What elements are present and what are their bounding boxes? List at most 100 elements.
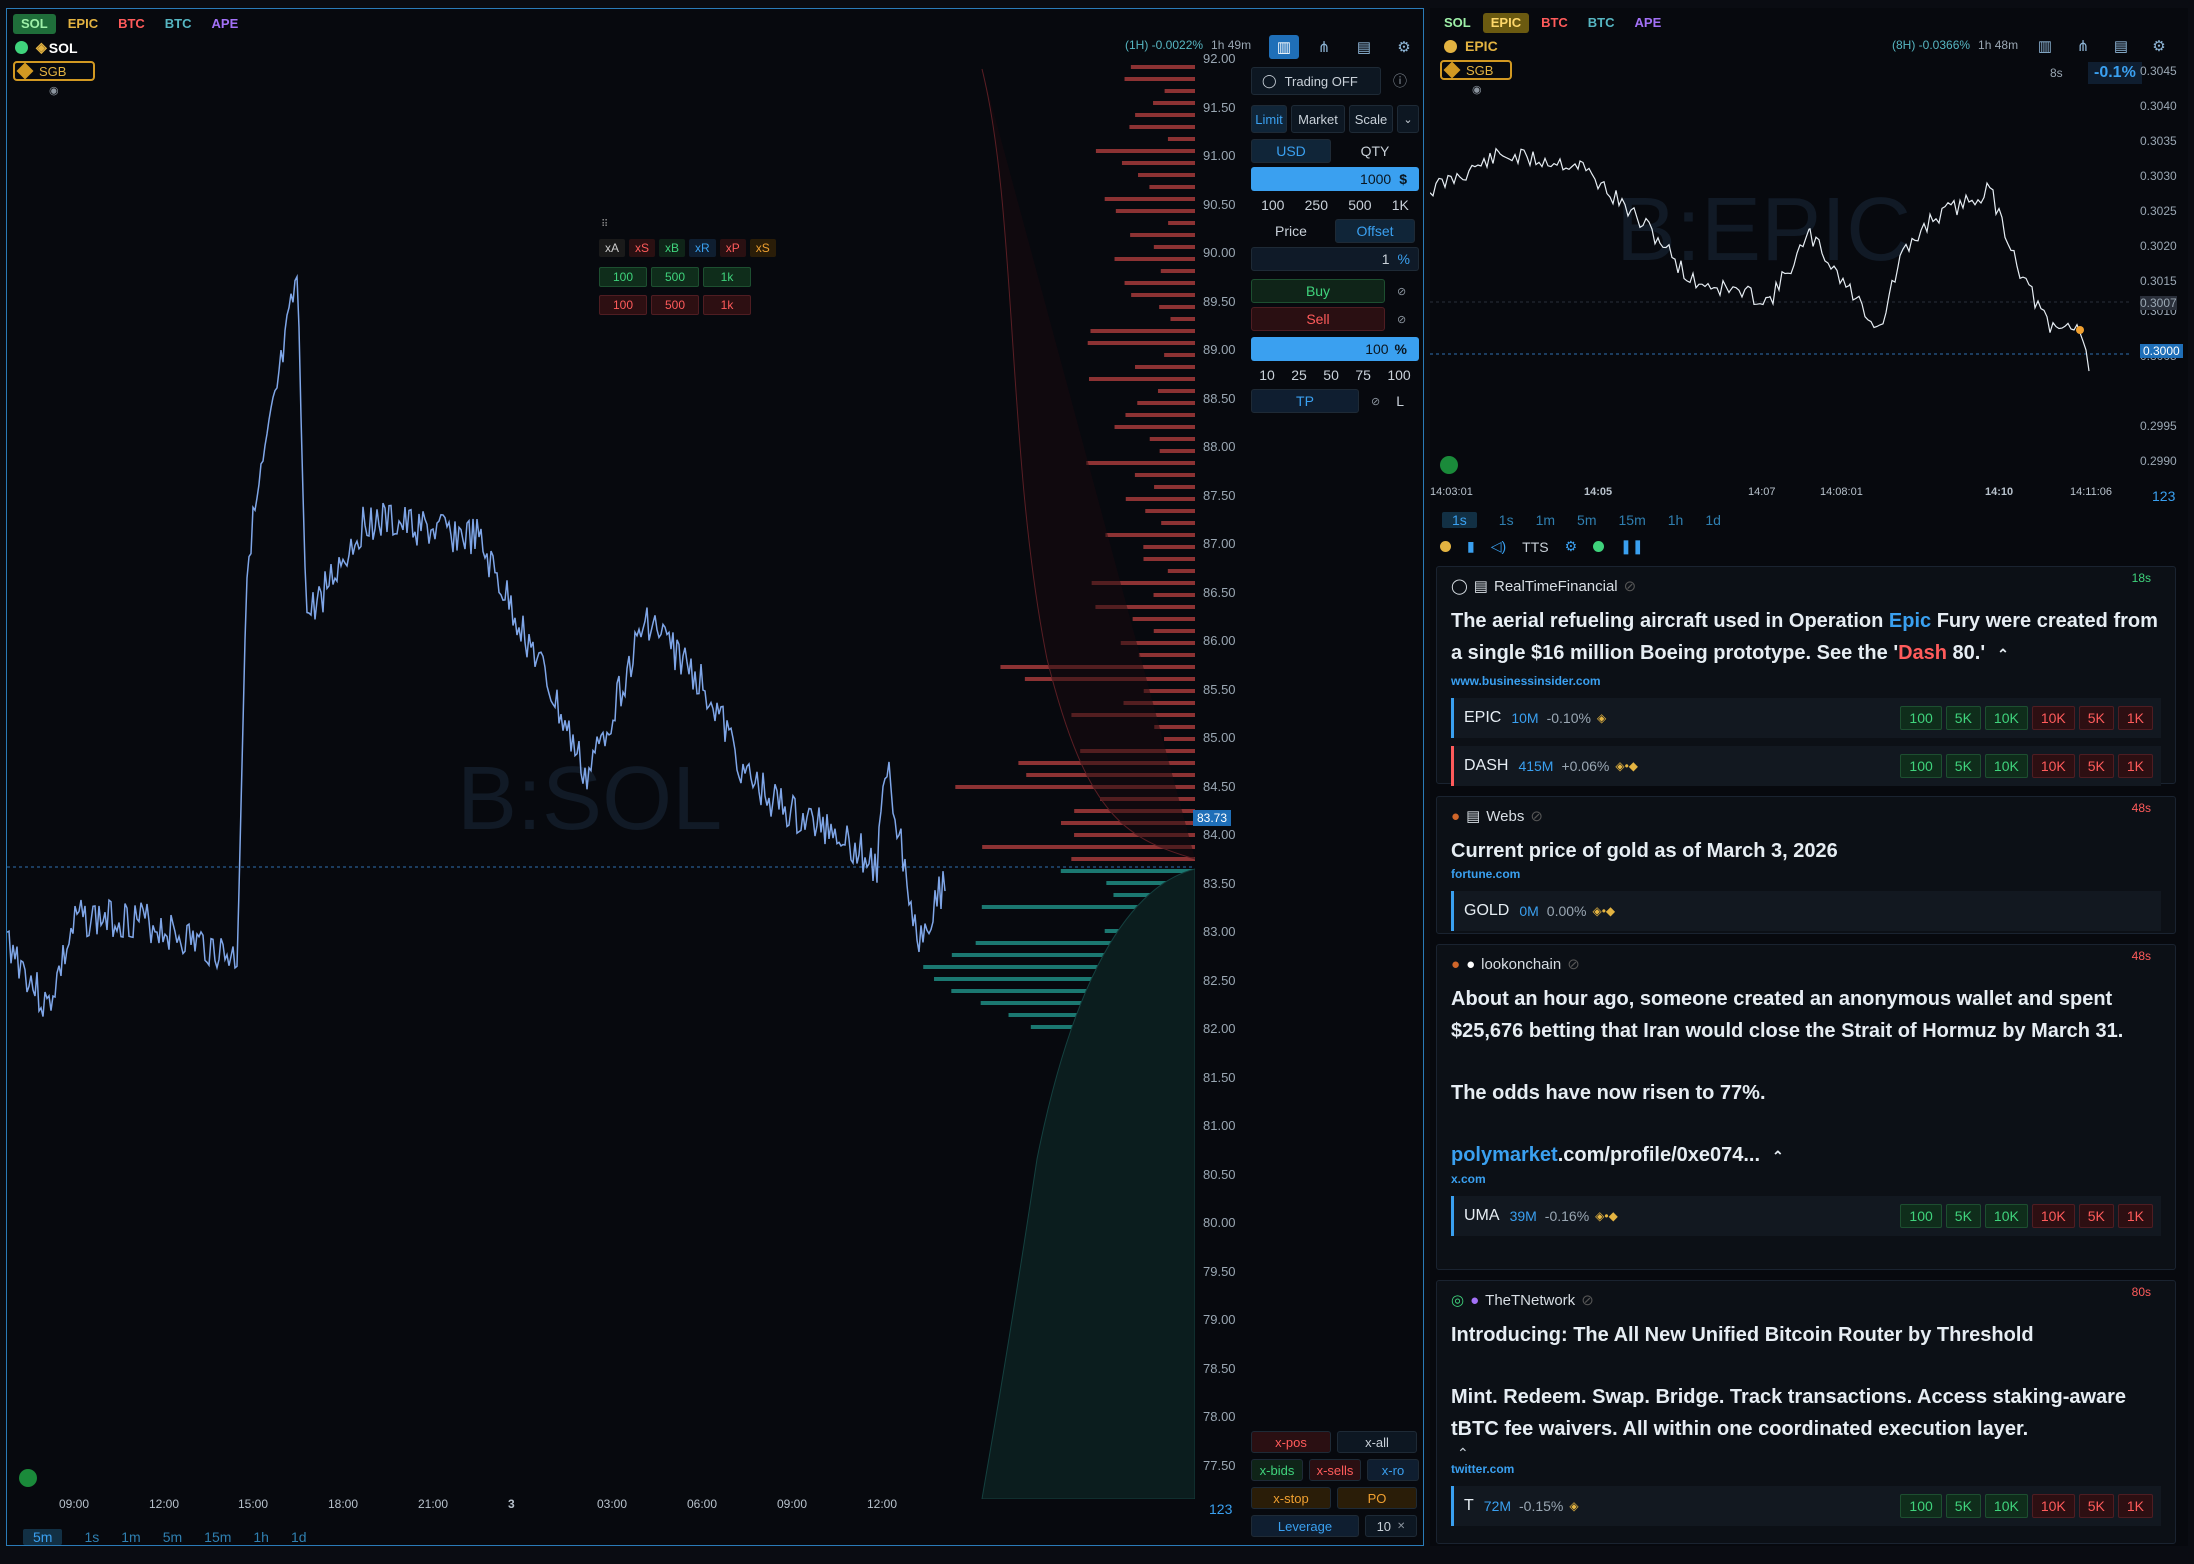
qbuy-5k[interactable]: 5K	[1945, 754, 1981, 778]
pct-50[interactable]: 50	[1323, 367, 1339, 383]
tab-epic[interactable]: EPIC	[60, 14, 106, 34]
x-sells-button[interactable]: x-sells	[1309, 1459, 1361, 1481]
rtf-1s[interactable]: 1s	[1499, 512, 1514, 528]
status-dot-icon[interactable]	[1440, 541, 1451, 552]
ticker-symbol[interactable]: T	[1464, 1497, 1474, 1515]
ticker-symbol[interactable]: DASH	[1464, 757, 1508, 775]
x-all-button[interactable]: x-all	[1337, 1431, 1417, 1453]
qsell-10k[interactable]: 10K	[2031, 1494, 2075, 1518]
news-link[interactable]: fortune.com	[1437, 867, 2175, 885]
news-highlight[interactable]: polymarket	[1451, 1144, 1558, 1166]
qbuy-100[interactable]: 100	[1900, 706, 1942, 730]
pause-icon[interactable]: ❚❚	[1620, 538, 1643, 555]
tab-sol[interactable]: SOL	[13, 14, 56, 34]
qsell-10k[interactable]: 10K	[2031, 1204, 2075, 1228]
recycle-icon[interactable]	[19, 1469, 37, 1487]
recycle-icon[interactable]	[1440, 456, 1458, 474]
tf-1h[interactable]: 1h	[253, 1529, 269, 1545]
qbuy-10k[interactable]: 10K	[1984, 1204, 2028, 1228]
qbuy-5k[interactable]: 5K	[1945, 1204, 1981, 1228]
share-icon[interactable]: ⋔	[1309, 35, 1339, 59]
chevron-up-icon[interactable]: ⌃	[1437, 1445, 2175, 1462]
qsell-5k[interactable]: 5K	[2078, 706, 2114, 730]
mini-xs[interactable]: xS	[629, 239, 656, 257]
rtab-epic[interactable]: EPIC	[1482, 13, 1530, 33]
leverage-button[interactable]: Leverage	[1251, 1515, 1359, 1537]
tf-5m-active[interactable]: 5m	[23, 1529, 63, 1545]
eye-off-icon-3[interactable]: ⊘	[1371, 395, 1380, 408]
qsell-10k[interactable]: 10K	[2031, 754, 2075, 778]
tf-15m[interactable]: 15m	[204, 1529, 231, 1545]
unit-usd[interactable]: USD	[1251, 139, 1331, 163]
tf-5m[interactable]: 5m	[163, 1529, 182, 1545]
qsell-5k[interactable]: 5K	[2078, 754, 2114, 778]
l-toggle[interactable]: L	[1396, 393, 1404, 409]
rtab-btc[interactable]: BTC	[1533, 13, 1576, 33]
qsell-5k[interactable]: 5K	[2078, 1494, 2114, 1518]
epic-price-chart[interactable]: B:EPIC	[1430, 60, 2130, 480]
amount-input[interactable]: 1000 $	[1251, 167, 1419, 191]
mini-xp[interactable]: xP	[719, 239, 746, 257]
qbuy-10k[interactable]: 10K	[1984, 706, 2028, 730]
trash-icon[interactable]: ▮	[1467, 538, 1475, 555]
qbuy-100[interactable]: 100	[1900, 1494, 1942, 1518]
preset-1k[interactable]: 1K	[1392, 197, 1409, 213]
qsell-1k[interactable]: 1K	[2117, 1494, 2153, 1518]
news-card[interactable]: 48s ● ● lookonchain ⊘ About an hour ago, so…	[1436, 944, 2176, 1270]
news-link[interactable]: www.businessinsider.com	[1437, 670, 2175, 692]
tf-1s[interactable]: 1s	[84, 1529, 99, 1545]
news-card[interactable]: 80s ◎ ● TheTNetwork ⊘ Introducing: The All …	[1436, 1280, 2176, 1544]
qbuy-100[interactable]: 100	[1900, 754, 1942, 778]
sell-button[interactable]: Sell	[1251, 307, 1385, 331]
chevron-down-icon[interactable]: ⌄	[1397, 105, 1419, 133]
tf-1m[interactable]: 1m	[121, 1529, 140, 1545]
connection-dot-icon[interactable]	[1593, 541, 1605, 552]
bar-chart-icon[interactable]: ▤	[2106, 34, 2136, 58]
speaker-icon[interactable]: ◁)	[1491, 538, 1506, 555]
qsell-1k[interactable]: 1K	[2117, 754, 2153, 778]
mini-xs-2[interactable]: xS	[749, 239, 776, 257]
news-card[interactable]: 48s ● ▤ Webs ⊘ Current price of gold as of …	[1436, 796, 2176, 934]
mini-sell-100[interactable]: 100	[599, 295, 647, 315]
rtf-5m[interactable]: 5m	[1577, 512, 1596, 528]
rtab-ape[interactable]: APE	[1627, 13, 1670, 33]
preset-500[interactable]: 500	[1348, 197, 1371, 213]
mini-xa[interactable]: xA	[599, 239, 626, 257]
axis-mode[interactable]: 123	[1209, 1501, 1232, 1517]
mini-sell-500[interactable]: 500	[651, 295, 699, 315]
qsell-1k[interactable]: 1K	[2117, 1204, 2153, 1228]
leverage-input[interactable]: 10 ✕	[1365, 1515, 1417, 1537]
qsell-1k[interactable]: 1K	[2117, 706, 2153, 730]
help-icon[interactable]: ⓘ	[1393, 71, 1407, 91]
gear-icon[interactable]: ⚙	[1389, 35, 1419, 59]
buy-button[interactable]: Buy	[1251, 279, 1385, 303]
x-ro-button[interactable]: x-ro	[1367, 1459, 1419, 1481]
mini-buy-500[interactable]: 500	[651, 267, 699, 287]
mini-buy-1k[interactable]: 1k	[703, 267, 751, 287]
right-axis-mode[interactable]: 123	[2152, 488, 2175, 504]
mute-icon[interactable]: ⊘	[1624, 577, 1637, 595]
pct-10[interactable]: 10	[1259, 367, 1275, 383]
epic-time-axis[interactable]: 14:03:01 14:05 14:07 14:08:01 14:10 14:11:06	[1430, 486, 2130, 504]
preset-100[interactable]: 100	[1261, 197, 1284, 213]
unit-qty[interactable]: QTY	[1335, 139, 1415, 163]
pct-75[interactable]: 75	[1355, 367, 1371, 383]
qbuy-10k[interactable]: 10K	[1984, 754, 2028, 778]
news-link[interactable]: twitter.com	[1437, 1462, 2175, 1480]
qsell-5k[interactable]: 5K	[2078, 1204, 2114, 1228]
epic-price-axis[interactable]: 0.3045 0.3040 0.3035 0.3030 0.3025 0.3020 0.30…	[2130, 60, 2188, 480]
mute-icon[interactable]: ⊘	[1581, 1291, 1594, 1309]
chevron-up-icon[interactable]: ⌃	[1772, 1148, 1784, 1164]
mode-offset[interactable]: Offset	[1335, 219, 1415, 243]
preset-250[interactable]: 250	[1305, 197, 1328, 213]
news-link[interactable]: x.com	[1437, 1172, 2175, 1190]
tp-button[interactable]: TP	[1251, 389, 1359, 413]
mode-price[interactable]: Price	[1251, 219, 1331, 243]
news-card[interactable]: 18s ◯ ▤ RealTimeFinancial ⊘ The aerial refu…	[1436, 566, 2176, 786]
layout-icon[interactable]: ▥	[1269, 35, 1299, 59]
time-axis[interactable]: 09:00 12:00 15:00 18:00 21:00 3 03:00 06:00 09:0…	[7, 1497, 1195, 1515]
mini-xb[interactable]: xB	[659, 239, 686, 257]
rtf-1h[interactable]: 1h	[1668, 512, 1684, 528]
gear-icon[interactable]: ⚙	[2144, 34, 2174, 58]
percent-input[interactable]: 100%	[1251, 337, 1419, 361]
